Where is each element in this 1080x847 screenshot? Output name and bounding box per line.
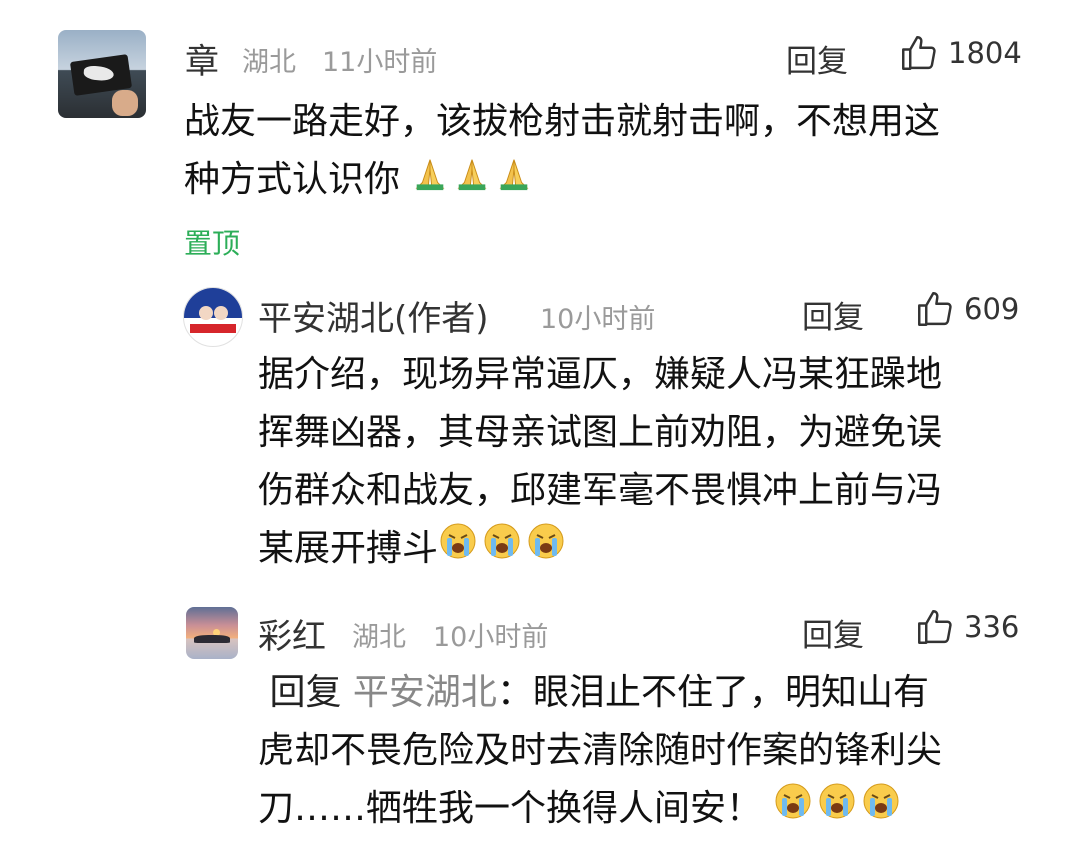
comment-username[interactable]: 平安湖北(作者) <box>258 291 489 340</box>
like-button[interactable]: 336 <box>914 606 1019 648</box>
reply-button[interactable]: 回复 <box>802 610 864 655</box>
content-line: 刀……牺牲我一个换得人间安！ <box>258 780 942 839</box>
police-badge-icon <box>190 324 236 333</box>
like-button[interactable]: 1804 <box>898 32 1022 74</box>
pray-emoji-icon <box>495 152 533 210</box>
thumbs-up-icon <box>918 292 952 326</box>
comment-username[interactable]: 章 <box>185 34 219 83</box>
pray-emoji-icon <box>453 152 491 210</box>
pinned-label: 置顶 <box>184 227 241 260</box>
crying-face-emoji-icon <box>773 781 813 839</box>
crying-face-emoji-icon <box>861 781 901 839</box>
comment-time: 11小时前 <box>322 47 438 78</box>
mention-link[interactable]: 平安湖北 <box>353 672 497 713</box>
content-line: 挥舞凶器，其母亲试图上前劝阻，为避免误 <box>258 412 943 453</box>
like-button[interactable]: 609 <box>914 288 1019 330</box>
avatar[interactable] <box>183 287 243 347</box>
crying-face-emoji-icon <box>438 521 478 579</box>
crying-face-emoji-icon <box>482 521 522 579</box>
content-line: 回复 平安湖北：眼泪止不住了，明知山有 <box>269 672 929 713</box>
content-line: 某展开搏斗 <box>258 520 942 579</box>
comment-location: 湖北 <box>352 622 406 653</box>
content-line: 据介绍，现场异常逼仄，嫌疑人冯某狂躁地 <box>258 354 943 395</box>
crying-face-emoji-icon <box>526 521 566 579</box>
reply-prefix: 回复 <box>269 672 342 713</box>
avatar[interactable] <box>58 30 146 118</box>
comment-username[interactable]: 彩红 <box>258 609 326 658</box>
thumbs-up-icon <box>918 610 952 644</box>
comment-time: 10小时前 <box>433 622 549 653</box>
comment-location: 湖北 <box>242 47 296 78</box>
reply-button[interactable]: 回复 <box>802 292 864 337</box>
comment-time: 10小时前 <box>540 304 656 335</box>
like-count: 1804 <box>948 36 1022 70</box>
comment-content: 回复 平安湖北：眼泪止不住了，明知山有 虎却不畏危险及时去清除随时作案的锋利尖 … <box>258 664 942 839</box>
like-count: 609 <box>964 292 1020 326</box>
thumbs-up-icon <box>902 36 936 70</box>
like-count: 336 <box>964 610 1020 644</box>
pray-emoji-icon <box>411 152 449 210</box>
content-line: 伤群众和战友，邱建军毫不畏惧冲上前与冯 <box>258 470 943 511</box>
avatar[interactable] <box>186 607 238 659</box>
content-line: 虎却不畏危险及时去清除随时作案的锋利尖 <box>258 730 943 771</box>
content-line: 种方式认识你 <box>184 151 940 210</box>
comment-content: 据介绍，现场异常逼仄，嫌疑人冯某狂躁地 挥舞凶器，其母亲试图上前劝阻，为避免误 … <box>258 346 942 579</box>
crying-face-emoji-icon <box>817 781 857 839</box>
comment-content: 战友一路走好，该拔枪射击就射击啊，不想用这 种方式认识你 <box>184 93 940 210</box>
reply-button[interactable]: 回复 <box>786 36 848 81</box>
content-line: 战友一路走好，该拔枪射击就射击啊，不想用这 <box>184 101 941 142</box>
